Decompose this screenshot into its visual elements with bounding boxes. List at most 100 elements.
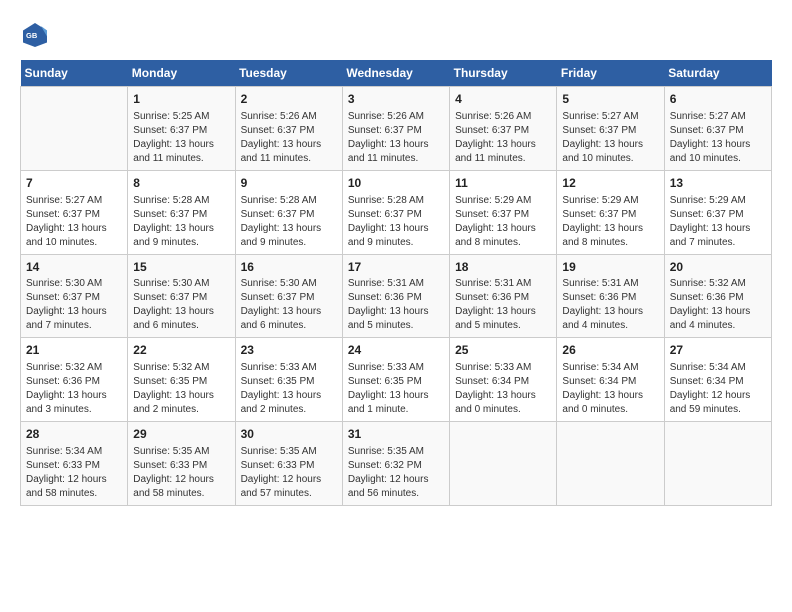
day-number: 17 [348, 259, 444, 276]
calendar-cell: 21Sunrise: 5:32 AMSunset: 6:36 PMDayligh… [21, 338, 128, 422]
day-number: 1 [133, 91, 229, 108]
day-number: 6 [670, 91, 766, 108]
calendar-cell: 3Sunrise: 5:26 AMSunset: 6:37 PMDaylight… [342, 87, 449, 171]
calendar-table: SundayMondayTuesdayWednesdayThursdayFrid… [20, 60, 772, 506]
day-info-text: Sunset: 6:33 PM [26, 459, 122, 473]
day-number: 28 [26, 426, 122, 443]
day-info-text: Sunset: 6:37 PM [562, 208, 658, 222]
day-number: 14 [26, 259, 122, 276]
calendar-cell: 27Sunrise: 5:34 AMSunset: 6:34 PMDayligh… [664, 338, 771, 422]
day-info-text: Daylight: 13 hours [26, 222, 122, 236]
day-number: 26 [562, 342, 658, 359]
calendar-cell: 29Sunrise: 5:35 AMSunset: 6:33 PMDayligh… [128, 422, 235, 506]
calendar-cell: 18Sunrise: 5:31 AMSunset: 6:36 PMDayligh… [450, 254, 557, 338]
day-info-text: Daylight: 12 hours [133, 473, 229, 487]
day-info-text: Sunrise: 5:30 AM [26, 277, 122, 291]
day-info-text: Daylight: 13 hours [455, 222, 551, 236]
day-info-text: Sunrise: 5:28 AM [133, 194, 229, 208]
day-info-text: Daylight: 13 hours [26, 389, 122, 403]
day-info-text: Sunset: 6:37 PM [26, 208, 122, 222]
day-info-text: Sunrise: 5:27 AM [26, 194, 122, 208]
day-info-text: Daylight: 13 hours [455, 138, 551, 152]
day-info-text: Daylight: 13 hours [348, 305, 444, 319]
day-info-text: Daylight: 13 hours [455, 305, 551, 319]
day-info-text: and 7 minutes. [670, 236, 766, 250]
day-number: 20 [670, 259, 766, 276]
day-info-text: Sunrise: 5:34 AM [26, 445, 122, 459]
day-info-text: Daylight: 13 hours [348, 222, 444, 236]
day-info-text: Sunrise: 5:32 AM [133, 361, 229, 375]
day-info-text: Sunset: 6:37 PM [348, 208, 444, 222]
day-info-text: Sunrise: 5:26 AM [455, 110, 551, 124]
calendar-cell: 8Sunrise: 5:28 AMSunset: 6:37 PMDaylight… [128, 170, 235, 254]
day-info-text: Daylight: 13 hours [348, 138, 444, 152]
day-number: 19 [562, 259, 658, 276]
day-number: 18 [455, 259, 551, 276]
calendar-week-row: 21 Sunrise: 5:32 AM Sunset: 6:36 PMDayligh… [21, 338, 772, 422]
day-info-text: and 8 minutes. [562, 236, 658, 250]
day-info-text: and 8 minutes. [455, 236, 551, 250]
day-number: 3 [348, 91, 444, 108]
day-info-text: and 11 minutes. [133, 152, 229, 166]
calendar-cell: 17Sunrise: 5:31 AMSunset: 6:36 PMDayligh… [342, 254, 449, 338]
calendar-cell: 26Sunrise: 5:34 AMSunset: 6:34 PMDayligh… [557, 338, 664, 422]
day-info-text: and 59 minutes. [670, 403, 766, 417]
day-info-text: Sunrise: 5:35 AM [241, 445, 337, 459]
day-info-text: Sunset: 6:37 PM [26, 291, 122, 305]
calendar-body: 1Sunrise: 5:25 AMSunset: 6:37 PMDaylight… [21, 87, 772, 506]
day-number: 21 [26, 342, 122, 359]
weekday-header-friday: Friday [557, 60, 664, 87]
day-info-text: Sunrise: 5:35 AM [348, 445, 444, 459]
calendar-cell: 9Sunrise: 5:28 AMSunset: 6:37 PMDaylight… [235, 170, 342, 254]
day-info-text: and 6 minutes. [133, 319, 229, 333]
day-number: 2 [241, 91, 337, 108]
calendar-cell: 10Sunrise: 5:28 AMSunset: 6:37 PMDayligh… [342, 170, 449, 254]
weekday-header-sunday: Sunday [21, 60, 128, 87]
day-info-text: Sunset: 6:37 PM [670, 208, 766, 222]
calendar-cell: 6Sunrise: 5:27 AMSunset: 6:37 PMDaylight… [664, 87, 771, 171]
calendar-week-row: 1Sunrise: 5:25 AMSunset: 6:37 PMDaylight… [21, 87, 772, 171]
day-info-text: and 58 minutes. [26, 487, 122, 501]
day-info-text: Daylight: 13 hours [241, 305, 337, 319]
calendar-cell: 30Sunrise: 5:35 AMSunset: 6:33 PMDayligh… [235, 422, 342, 506]
calendar-cell: 28Sunrise: 5:34 AMSunset: 6:33 PMDayligh… [21, 422, 128, 506]
day-info-text: and 10 minutes. [562, 152, 658, 166]
day-info-text: Sunset: 6:37 PM [133, 291, 229, 305]
day-info-text: Sunset: 6:36 PM [562, 291, 658, 305]
day-number: 30 [241, 426, 337, 443]
day-number: 13 [670, 175, 766, 192]
calendar-cell: 4Sunrise: 5:26 AMSunset: 6:37 PMDaylight… [450, 87, 557, 171]
day-info-text: Sunset: 6:35 PM [241, 375, 337, 389]
day-info-text: Daylight: 13 hours [670, 138, 766, 152]
calendar-cell: 5Sunrise: 5:27 AMSunset: 6:37 PMDaylight… [557, 87, 664, 171]
weekday-header-monday: Monday [128, 60, 235, 87]
calendar-cell [557, 422, 664, 506]
day-info-text: Sunset: 6:37 PM [455, 124, 551, 138]
day-info-text: Daylight: 13 hours [670, 222, 766, 236]
day-info-text: Sunrise: 5:33 AM [455, 361, 551, 375]
day-info-text: Sunset: 6:37 PM [241, 208, 337, 222]
day-info-text: and 4 minutes. [670, 319, 766, 333]
day-info-text: and 9 minutes. [133, 236, 229, 250]
day-info-text: Sunrise: 5:28 AM [241, 194, 337, 208]
day-info-text: Sunrise: 5:34 AM [670, 361, 766, 375]
day-info-text: Sunset: 6:36 PM [26, 375, 122, 389]
day-info-text: Daylight: 13 hours [241, 138, 337, 152]
day-info-text: Daylight: 13 hours [133, 222, 229, 236]
day-info-text: Sunrise: 5:26 AM [348, 110, 444, 124]
day-info-text: Sunrise: 5:31 AM [562, 277, 658, 291]
day-info-text: Sunrise: 5:29 AM [455, 194, 551, 208]
day-info-text: Daylight: 13 hours [670, 305, 766, 319]
calendar-cell: 23Sunrise: 5:33 AMSunset: 6:35 PMDayligh… [235, 338, 342, 422]
day-info-text: and 10 minutes. [670, 152, 766, 166]
svg-text:GB: GB [26, 31, 38, 40]
day-info-text: Sunrise: 5:33 AM [241, 361, 337, 375]
day-number: 11 [455, 175, 551, 192]
day-info-text: Sunset: 6:37 PM [133, 208, 229, 222]
calendar-cell: 19Sunrise: 5:31 AMSunset: 6:36 PMDayligh… [557, 254, 664, 338]
day-info-text: and 10 minutes. [26, 236, 122, 250]
day-info-text: and 3 minutes. [26, 403, 122, 417]
day-info-text: and 1 minute. [348, 403, 444, 417]
day-info-text: and 58 minutes. [133, 487, 229, 501]
day-number: 5 [562, 91, 658, 108]
